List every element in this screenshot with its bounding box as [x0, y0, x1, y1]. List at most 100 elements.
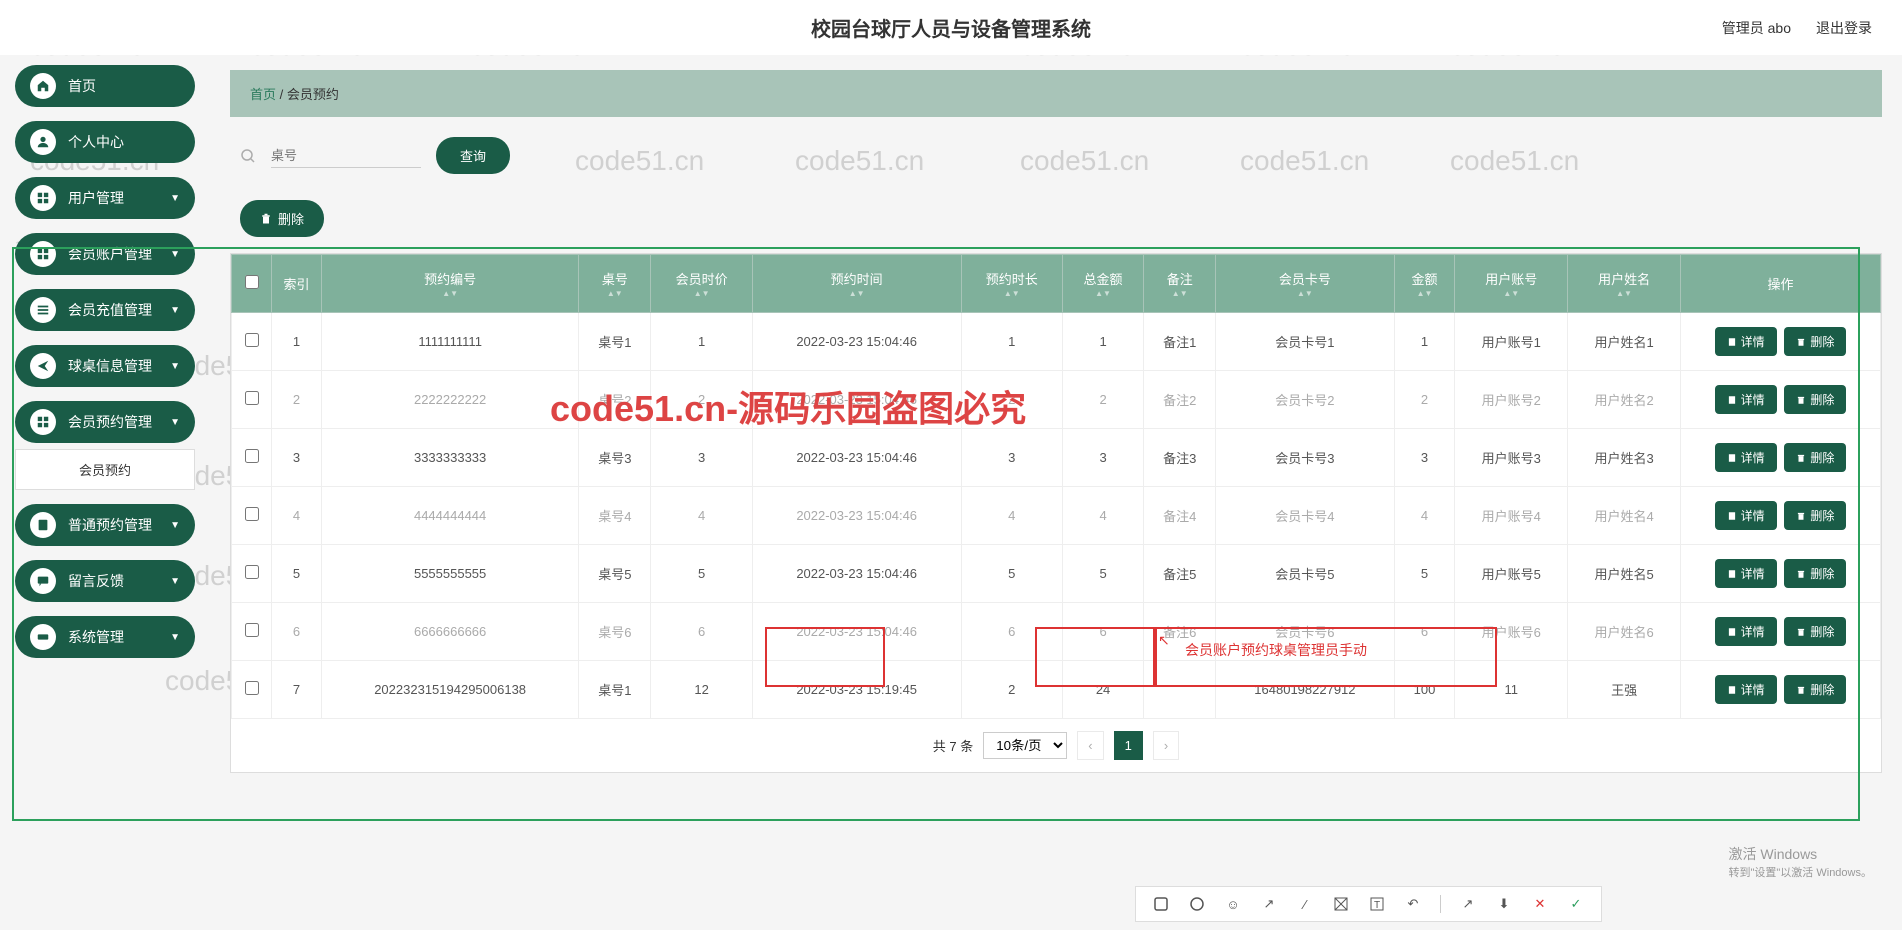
sidebar-item-recharge[interactable]: 会员充值管理 ▼ [15, 289, 195, 331]
cell-total: 24 [1062, 661, 1143, 719]
detail-button[interactable]: 详情 [1715, 617, 1777, 646]
detail-button[interactable]: 详情 [1715, 559, 1777, 588]
breadcrumb-sep: / [280, 87, 287, 102]
prev-page-button[interactable]: ‹ [1077, 731, 1103, 760]
toolbar-divider [1440, 895, 1441, 913]
next-page-button[interactable]: › [1153, 731, 1179, 760]
table-row: 4 4444444444 桌号4 4 2022-03-23 15:04:46 4… [232, 487, 1881, 545]
detail-button[interactable]: 详情 [1715, 443, 1777, 472]
user-icon [30, 129, 56, 155]
cell-account: 用户账号6 [1455, 603, 1568, 661]
sidebar-item-member-reserve[interactable]: 会员预约管理 ▼ [15, 401, 195, 443]
sidebar-item-table-info[interactable]: 球桌信息管理 ▼ [15, 345, 195, 387]
cell-amount: 4 [1394, 487, 1455, 545]
share-icon[interactable]: ↗ [1459, 895, 1477, 913]
table-header[interactable]: 总金额▲▼ [1062, 255, 1143, 313]
row-checkbox[interactable] [245, 449, 259, 463]
table-header[interactable]: 用户账号▲▼ [1455, 255, 1568, 313]
cell-account: 11 [1455, 661, 1568, 719]
cell-note [1144, 661, 1216, 719]
sidebar-item-label: 首页 [68, 76, 180, 96]
sidebar-item-profile[interactable]: 个人中心 [15, 121, 195, 163]
mosaic-tool-icon[interactable] [1332, 895, 1350, 913]
row-delete-button[interactable]: 删除 [1784, 675, 1846, 704]
cell-amount: 5 [1394, 545, 1455, 603]
row-delete-button[interactable]: 删除 [1784, 385, 1846, 414]
trash-icon [260, 213, 272, 225]
sidebar-item-normal-reserve[interactable]: 普通预约管理 ▼ [15, 504, 195, 546]
select-all-checkbox[interactable] [245, 275, 259, 289]
search-input[interactable] [271, 144, 421, 168]
chevron-down-icon: ▼ [170, 249, 180, 260]
row-delete-button[interactable]: 删除 [1784, 559, 1846, 588]
table-header[interactable]: 桌号▲▼ [579, 255, 651, 313]
data-table: 索引 预约编号▲▼ 桌号▲▼ 会员时价▲▼ 预约时间▲▼ 预约时长▲▼ 总金额▲… [230, 253, 1882, 773]
row-checkbox[interactable] [245, 391, 259, 405]
table-header[interactable]: 预约时长▲▼ [961, 255, 1062, 313]
delete-label: 删除 [278, 209, 304, 228]
breadcrumb-current: 会员预约 [287, 87, 339, 102]
sidebar-item-system[interactable]: 系统管理 ▼ [15, 616, 195, 658]
table-header[interactable]: 用户姓名▲▼ [1568, 255, 1681, 313]
row-checkbox[interactable] [245, 681, 259, 695]
text-tool-icon[interactable]: T [1368, 895, 1386, 913]
sidebar-item-user-mgmt[interactable]: 用户管理 ▼ [15, 177, 195, 219]
circle-tool-icon[interactable] [1188, 895, 1206, 913]
cell-index: 2 [272, 371, 322, 429]
pen-tool-icon[interactable]: ∕ [1296, 895, 1314, 913]
rect-tool-icon[interactable] [1152, 895, 1170, 913]
sidebar-subitem-member-reserve[interactable]: 会员预约 [15, 449, 195, 490]
activate-line1: 激活 Windows [1729, 844, 1873, 864]
download-icon[interactable]: ⬇ [1495, 895, 1513, 913]
sidebar-item-feedback[interactable]: 留言反馈 ▼ [15, 560, 195, 602]
sidebar-item-home[interactable]: 首页 [15, 65, 195, 107]
row-checkbox[interactable] [245, 623, 259, 637]
table-header[interactable]: 会员时价▲▼ [651, 255, 752, 313]
row-checkbox[interactable] [245, 565, 259, 579]
table-header[interactable]: 金额▲▼ [1394, 255, 1455, 313]
trash-icon [1796, 395, 1806, 405]
page-number-button[interactable]: 1 [1114, 731, 1143, 760]
confirm-icon[interactable]: ✓ [1567, 895, 1585, 913]
breadcrumb-home[interactable]: 首页 [250, 87, 276, 102]
logout-button[interactable]: 退出登录 [1816, 18, 1872, 38]
detail-icon [1727, 453, 1737, 463]
cell-time: 2022-03-23 15:04:46 [752, 429, 961, 487]
query-button[interactable]: 查询 [436, 137, 510, 174]
table-header[interactable]: 会员卡号▲▼ [1216, 255, 1394, 313]
row-delete-button[interactable]: 删除 [1784, 443, 1846, 472]
emoji-tool-icon[interactable]: ☺ [1224, 895, 1242, 913]
detail-button[interactable]: 详情 [1715, 327, 1777, 356]
detail-button[interactable]: 详情 [1715, 501, 1777, 530]
table-header[interactable]: 备注▲▼ [1144, 255, 1216, 313]
row-delete-button[interactable]: 删除 [1784, 501, 1846, 530]
cell-ops: 详情 删除 [1681, 603, 1881, 661]
cell-price: 4 [651, 487, 752, 545]
cell-amount: 100 [1394, 661, 1455, 719]
cell-code: 5555555555 [322, 545, 579, 603]
table-header[interactable]: 索引 [272, 255, 322, 313]
row-checkbox[interactable] [245, 333, 259, 347]
chat-icon [30, 568, 56, 594]
row-checkbox[interactable] [245, 507, 259, 521]
table-row: 3 3333333333 桌号3 3 2022-03-23 15:04:46 3… [232, 429, 1881, 487]
row-delete-button[interactable]: 删除 [1784, 327, 1846, 356]
cell-account: 用户账号5 [1455, 545, 1568, 603]
cell-duration: 6 [961, 603, 1062, 661]
arrow-tool-icon[interactable]: ↗ [1260, 895, 1278, 913]
sidebar-item-member-account[interactable]: 会员账户管理 ▼ [15, 233, 195, 275]
admin-label[interactable]: 管理员 abo [1722, 18, 1791, 38]
page-size-select[interactable]: 10条/页 [983, 732, 1067, 759]
detail-button[interactable]: 详情 [1715, 385, 1777, 414]
detail-button[interactable]: 详情 [1715, 675, 1777, 704]
grid-icon [30, 241, 56, 267]
table-header[interactable]: 预约编号▲▼ [322, 255, 579, 313]
table-header[interactable]: 预约时间▲▼ [752, 255, 961, 313]
cancel-icon[interactable]: ✕ [1531, 895, 1549, 913]
undo-icon[interactable]: ↶ [1404, 895, 1422, 913]
activate-line2: 转到"设置"以激活 Windows。 [1729, 864, 1873, 880]
cell-ops: 详情 删除 [1681, 371, 1881, 429]
row-delete-button[interactable]: 删除 [1784, 617, 1846, 646]
batch-delete-button[interactable]: 删除 [240, 200, 324, 237]
table-row: 1 1111111111 桌号1 1 2022-03-23 15:04:46 1… [232, 313, 1881, 371]
